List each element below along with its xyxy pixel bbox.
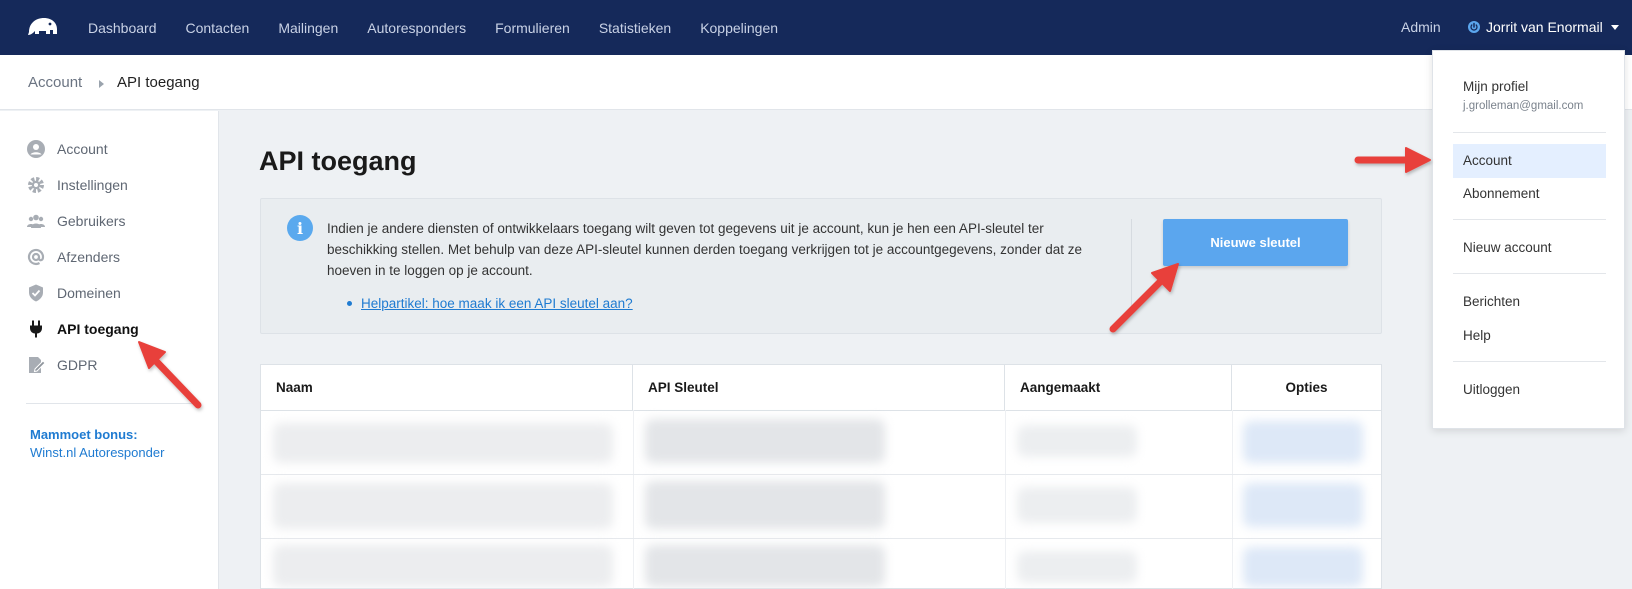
dropdown-divider — [1453, 219, 1606, 220]
user-name: Jorrit van Enormail — [1486, 19, 1603, 35]
redacted-key-cell — [645, 545, 885, 587]
dropdown-divider — [1453, 361, 1606, 362]
gear-icon — [28, 177, 44, 193]
redacted-name-cell — [273, 545, 613, 587]
dropdown-divider — [1453, 273, 1606, 274]
plug-icon — [30, 320, 42, 338]
sidebar: Account Instellingen Gebruikers Afzender… — [0, 111, 219, 589]
dropdown-help[interactable]: Help — [1463, 328, 1491, 343]
breadcrumb-separator-icon — [99, 80, 104, 88]
at-sign-icon — [27, 248, 45, 266]
new-key-button[interactable]: Nieuwe sleutel — [1163, 219, 1348, 266]
nav-autoresponders[interactable]: Autoresponders — [367, 20, 466, 36]
info-box: i Indien je andere diensten of ontwikkel… — [260, 198, 1382, 334]
bullet-icon — [347, 301, 352, 306]
power-icon — [1468, 21, 1480, 33]
column-header-opties: Opties — [1285, 380, 1328, 395]
dropdown-user-email: j.grolleman@gmail.com — [1463, 100, 1584, 112]
nav-contacten[interactable]: Contacten — [186, 20, 250, 36]
sidebar-item-label: GDPR — [57, 357, 98, 373]
sidebar-item-instellingen[interactable]: Instellingen — [26, 175, 128, 195]
dropdown-account[interactable]: Account — [1463, 153, 1512, 168]
redacted-key-cell — [645, 419, 885, 463]
sidebar-item-label: Afzenders — [57, 249, 121, 265]
column-header-naam[interactable]: Naam — [261, 365, 633, 410]
api-keys-table: Naam API Sleutel Aangemaakt Opties — [260, 364, 1382, 589]
row-divider — [261, 474, 1381, 475]
breadcrumb-account[interactable]: Account — [28, 74, 82, 91]
nav-dashboard[interactable]: Dashboard — [88, 20, 157, 36]
column-divider — [633, 410, 634, 589]
sidebar-divider — [26, 403, 198, 404]
document-edit-icon — [29, 357, 46, 373]
column-header-api-sleutel[interactable]: API Sleutel — [633, 365, 1005, 410]
redacted-date-cell — [1017, 425, 1137, 457]
nav-formulieren[interactable]: Formulieren — [495, 20, 570, 36]
sidebar-item-gebruikers[interactable]: Gebruikers — [26, 211, 125, 231]
row-divider — [261, 538, 1381, 539]
caret-down-icon — [1610, 24, 1619, 30]
column-divider — [1232, 410, 1233, 589]
dropdown-my-profile[interactable]: Mijn profiel — [1463, 79, 1528, 94]
sidebar-item-domeinen[interactable]: Domeinen — [26, 283, 121, 303]
help-link-item: Helpartikel: hoe maak ik een API sleutel… — [347, 296, 633, 311]
redacted-date-cell — [1017, 487, 1137, 523]
sidebar-item-label: API toegang — [57, 321, 139, 337]
bonus-link[interactable]: Winst.nl Autoresponder — [30, 445, 164, 460]
top-navbar: Dashboard Contacten Mailingen Autorespon… — [0, 0, 1632, 55]
redacted-options-cell — [1243, 421, 1363, 463]
help-article-link[interactable]: Helpartikel: hoe maak ik een API sleutel… — [361, 296, 633, 311]
arrow-to-dropdown-account-icon — [1354, 147, 1431, 173]
info-divider — [1131, 219, 1132, 315]
main-nav: Dashboard Contacten Mailingen Autorespon… — [88, 0, 807, 55]
dropdown-berichten[interactable]: Berichten — [1463, 294, 1520, 309]
dropdown-abonnement[interactable]: Abonnement — [1463, 186, 1540, 201]
bonus-title: Mammoet bonus: — [30, 427, 138, 442]
redacted-options-cell — [1243, 483, 1363, 527]
shield-check-icon — [29, 284, 43, 302]
info-icon: i — [287, 215, 313, 241]
nav-statistieken[interactable]: Statistieken — [599, 20, 671, 36]
redacted-name-cell — [273, 423, 613, 463]
dropdown-new-account[interactable]: Nieuw account — [1463, 240, 1552, 255]
user-menu-toggle[interactable]: Jorrit van Enormail — [1468, 19, 1619, 35]
column-divider — [1005, 410, 1006, 589]
breadcrumb-current: API toegang — [117, 74, 200, 91]
sidebar-item-api-toegang[interactable]: API toegang — [26, 319, 139, 339]
dropdown-logout[interactable]: Uitloggen — [1463, 382, 1520, 397]
sidebar-item-label: Account — [57, 141, 108, 157]
sidebar-item-label: Instellingen — [57, 177, 128, 193]
sidebar-item-label: Domeinen — [57, 285, 121, 301]
redacted-key-cell — [645, 481, 885, 529]
mammoth-logo-icon[interactable] — [26, 15, 60, 37]
redacted-name-cell — [273, 483, 613, 529]
dropdown-divider — [1453, 132, 1606, 133]
user-circle-icon — [27, 140, 45, 158]
sidebar-item-gdpr[interactable]: GDPR — [26, 355, 97, 375]
info-text: Indien je andere diensten of ontwikkelaa… — [327, 221, 1082, 278]
sidebar-item-afzenders[interactable]: Afzenders — [26, 247, 120, 267]
nav-mailingen[interactable]: Mailingen — [278, 20, 338, 36]
sidebar-item-label: Gebruikers — [57, 213, 126, 229]
page-title: API toegang — [259, 146, 417, 176]
nav-koppelingen[interactable]: Koppelingen — [700, 20, 778, 36]
sidebar-item-account[interactable]: Account — [26, 139, 108, 159]
table-header-divider — [261, 410, 1381, 411]
admin-link[interactable]: Admin — [1401, 19, 1441, 35]
redacted-date-cell — [1017, 551, 1137, 583]
user-dropdown-menu: Mijn profiel j.grolleman@gmail.com Accou… — [1432, 50, 1625, 429]
breadcrumb: Account API toegang — [0, 55, 1632, 110]
users-icon — [27, 214, 45, 228]
redacted-options-cell — [1243, 547, 1363, 587]
column-header-aangemaakt[interactable]: Aangemaakt — [1005, 365, 1232, 410]
